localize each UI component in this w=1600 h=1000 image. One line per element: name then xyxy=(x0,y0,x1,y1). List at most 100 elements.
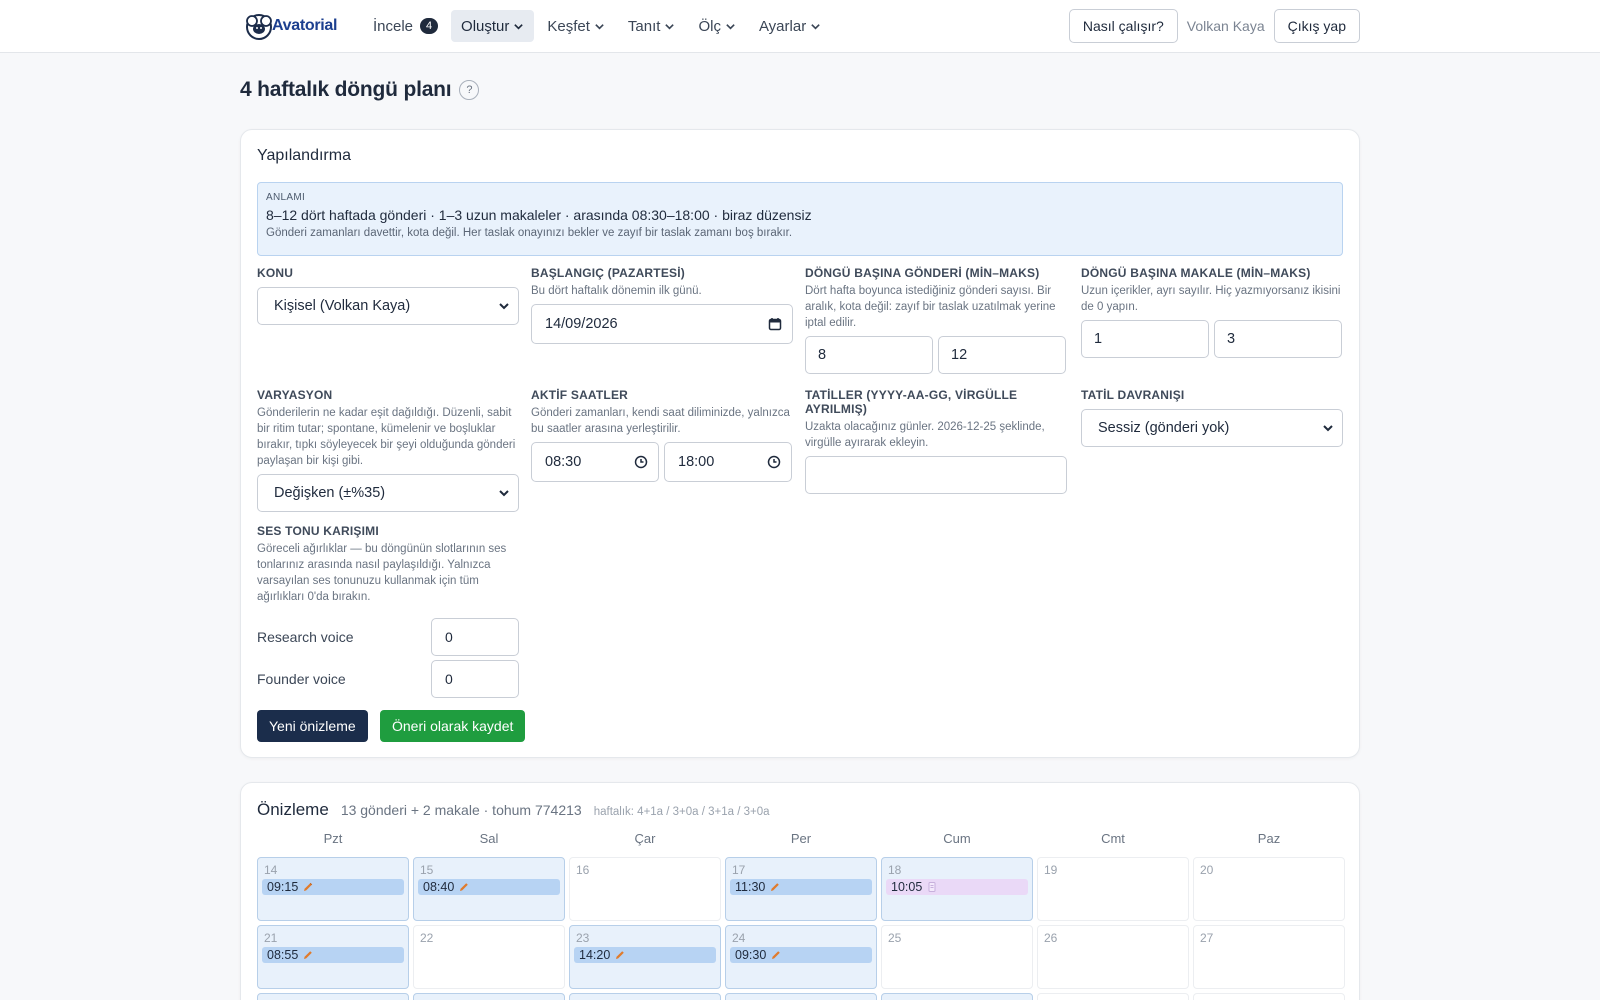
voice-weight-input[interactable]: 0 xyxy=(431,618,519,656)
preview-title: Önizleme xyxy=(257,800,329,819)
clock-icon[interactable] xyxy=(767,455,781,469)
variation-label: VARYASYON xyxy=(257,388,333,402)
article-slot[interactable]: 10:05 xyxy=(886,879,1028,895)
brand-name: Avatorial xyxy=(272,17,338,34)
calendar-day[interactable] xyxy=(413,993,565,1000)
nav-review[interactable]: İncele 4 xyxy=(365,10,448,42)
config-card: Yapılandırma ANLAMI 8–12 dört haftada gö… xyxy=(240,129,1360,758)
meaning-summary: ANLAMI 8–12 dört haftada gönderi · 1–3 u… xyxy=(257,182,1343,256)
chevron-down-icon xyxy=(499,303,509,310)
tone-mix-label: SES TONU KARIŞIMI xyxy=(257,524,379,538)
nav-promote[interactable]: Tanıt xyxy=(618,10,686,42)
page-title: 4 haftalık döngü planı xyxy=(240,78,452,101)
topic-select[interactable]: Kişisel (Volkan Kaya) xyxy=(257,287,519,325)
clock-icon[interactable] xyxy=(634,455,648,469)
day-number: 23 xyxy=(576,931,590,945)
review-count-badge: 4 xyxy=(420,18,439,34)
nav-settings[interactable]: Ayarlar xyxy=(749,10,831,42)
nav-review-label: İncele xyxy=(373,17,414,35)
posts-max-input[interactable]: 12 xyxy=(938,336,1066,374)
day-number: 17 xyxy=(732,863,746,877)
calendar-day[interactable]: 23 14:20 xyxy=(569,925,721,989)
summary-label: ANLAMI xyxy=(266,192,306,203)
calendar-day[interactable]: 18 10:05 xyxy=(881,857,1033,921)
calendar-day[interactable]: 21 08:55 xyxy=(257,925,409,989)
calendar-day[interactable] xyxy=(569,993,721,1000)
posts-min-input[interactable]: 8 xyxy=(805,336,933,374)
calendar-day[interactable]: 20 xyxy=(1193,857,1345,921)
start-date-help: Bu dört haftalık dönemin ilk günü. xyxy=(531,285,702,297)
holidays-input[interactable] xyxy=(805,456,1067,494)
nav-discover[interactable]: Keşfet xyxy=(537,10,615,42)
calendar-icon[interactable] xyxy=(768,317,782,331)
nav-measure[interactable]: Ölç xyxy=(688,10,746,42)
voice-name: Founder voice xyxy=(257,671,346,687)
day-number: 26 xyxy=(1044,931,1058,945)
calendar-day[interactable]: 16 xyxy=(569,857,721,921)
top-navbar: Avatorial İncele 4 Oluştur Keşfet Tanıt … xyxy=(0,0,1600,53)
start-date-input[interactable]: 14/09/2026 xyxy=(531,304,793,344)
weekday-label: Cum xyxy=(943,831,971,846)
logout-button[interactable]: Çıkış yap xyxy=(1273,9,1360,43)
calendar-day[interactable] xyxy=(725,993,877,1000)
post-slot[interactable]: 09:15 xyxy=(262,879,404,895)
articles-max-input[interactable]: 3 xyxy=(1214,320,1342,358)
post-slot[interactable]: 11:30 xyxy=(730,879,872,895)
calendar-day[interactable]: 19 xyxy=(1037,857,1189,921)
start-date-field: BAŞLANGIÇ (PAZARTESİ) Bu dört haftalık d… xyxy=(531,266,793,344)
holidays-field: TATİLLER (YYYY-AA-GG, VİRGÜLLE AYRILMIŞ)… xyxy=(805,388,1067,494)
post-slot[interactable]: 08:40 xyxy=(418,879,560,895)
calendar-day[interactable]: 26 xyxy=(1037,925,1189,989)
calendar-day[interactable]: 17 11:30 xyxy=(725,857,877,921)
help-icon[interactable]: ? xyxy=(459,80,480,100)
day-number: 22 xyxy=(420,931,434,945)
calendar-day[interactable]: 14 09:15 xyxy=(257,857,409,921)
calendar-day[interactable] xyxy=(1037,993,1189,1000)
calendar-day[interactable]: 22 xyxy=(413,925,565,989)
preview-card: Önizleme 13 gönderi + 2 makale · tohum 7… xyxy=(240,782,1360,1000)
post-slot[interactable]: 14:20 xyxy=(574,947,716,963)
holidays-help: Uzakta olacağınız günler. 2026-12-25 şek… xyxy=(805,421,1045,449)
hours-to-input[interactable]: 18:00 xyxy=(664,442,792,482)
start-date-label: BAŞLANGIÇ (PAZARTESİ) xyxy=(531,266,685,280)
calendar-day[interactable]: 27 xyxy=(1193,925,1345,989)
new-preview-button[interactable]: Yeni önizleme xyxy=(257,710,368,742)
day-number: 19 xyxy=(1044,863,1058,877)
post-slot[interactable]: 08:55 xyxy=(262,947,404,963)
voice-weight-input[interactable]: 0 xyxy=(431,660,519,698)
chevron-down-icon xyxy=(1323,425,1333,432)
weekday-label: Pzt xyxy=(323,831,343,846)
calendar-day[interactable] xyxy=(257,993,409,1000)
nav-create[interactable]: Oluştur xyxy=(451,10,535,42)
post-slot[interactable]: 09:30 xyxy=(730,947,872,963)
day-number: 24 xyxy=(732,931,746,945)
tone-mix-help: Göreceli ağırlıklar — bu döngünün slotla… xyxy=(257,543,507,603)
active-hours-field: AKTİF SAATLER Gönderi zamanları, kendi s… xyxy=(531,388,793,482)
hours-from-input[interactable]: 08:30 xyxy=(531,442,659,482)
chevron-down-icon xyxy=(595,23,604,30)
summary-note: Gönderi zamanları davettir, kota değil. … xyxy=(266,227,793,239)
day-number: 20 xyxy=(1200,863,1214,877)
variation-select[interactable]: Değişken (±%35) xyxy=(257,474,519,512)
calendar-day[interactable]: 24 09:30 xyxy=(725,925,877,989)
calendar-day[interactable] xyxy=(881,993,1033,1000)
summary-line: 8–12 dört haftada gönderi · 1–3 uzun mak… xyxy=(266,207,812,223)
save-as-suggestion-button[interactable]: Öneri olarak kaydet xyxy=(380,710,526,742)
holiday-behavior-select[interactable]: Sessiz (gönderi yok) xyxy=(1081,409,1343,447)
pencil-icon xyxy=(460,883,469,891)
calendar-week: 14 09:15 15 08:40 16 17 11:30 18 10:05 1… xyxy=(257,857,1345,921)
start-date-value: 14/09/2026 xyxy=(545,316,618,332)
calendar-day[interactable]: 15 08:40 xyxy=(413,857,565,921)
active-hours-label: AKTİF SAATLER xyxy=(531,388,629,402)
calendar-day[interactable] xyxy=(1193,993,1345,1000)
articles-min-input[interactable]: 1 xyxy=(1081,320,1209,358)
slot-time: 11:30 xyxy=(735,880,766,894)
document-icon xyxy=(928,882,936,892)
holiday-behavior-field: TATİL DAVRANIŞI Sessiz (gönderi yok) xyxy=(1081,388,1343,447)
nav-promote-label: Tanıt xyxy=(627,17,661,35)
weekday-header: Pzt Sal Çar Per Cum Cmt Paz xyxy=(257,831,1345,853)
brand-logo-link[interactable]: Avatorial xyxy=(242,8,337,44)
calendar-day[interactable]: 25 xyxy=(881,925,1033,989)
posts-range-help: Dört hafta boyunca istediğiniz gönderi s… xyxy=(805,285,1056,329)
how-it-works-button[interactable]: Nasıl çalışır? xyxy=(1068,9,1178,43)
